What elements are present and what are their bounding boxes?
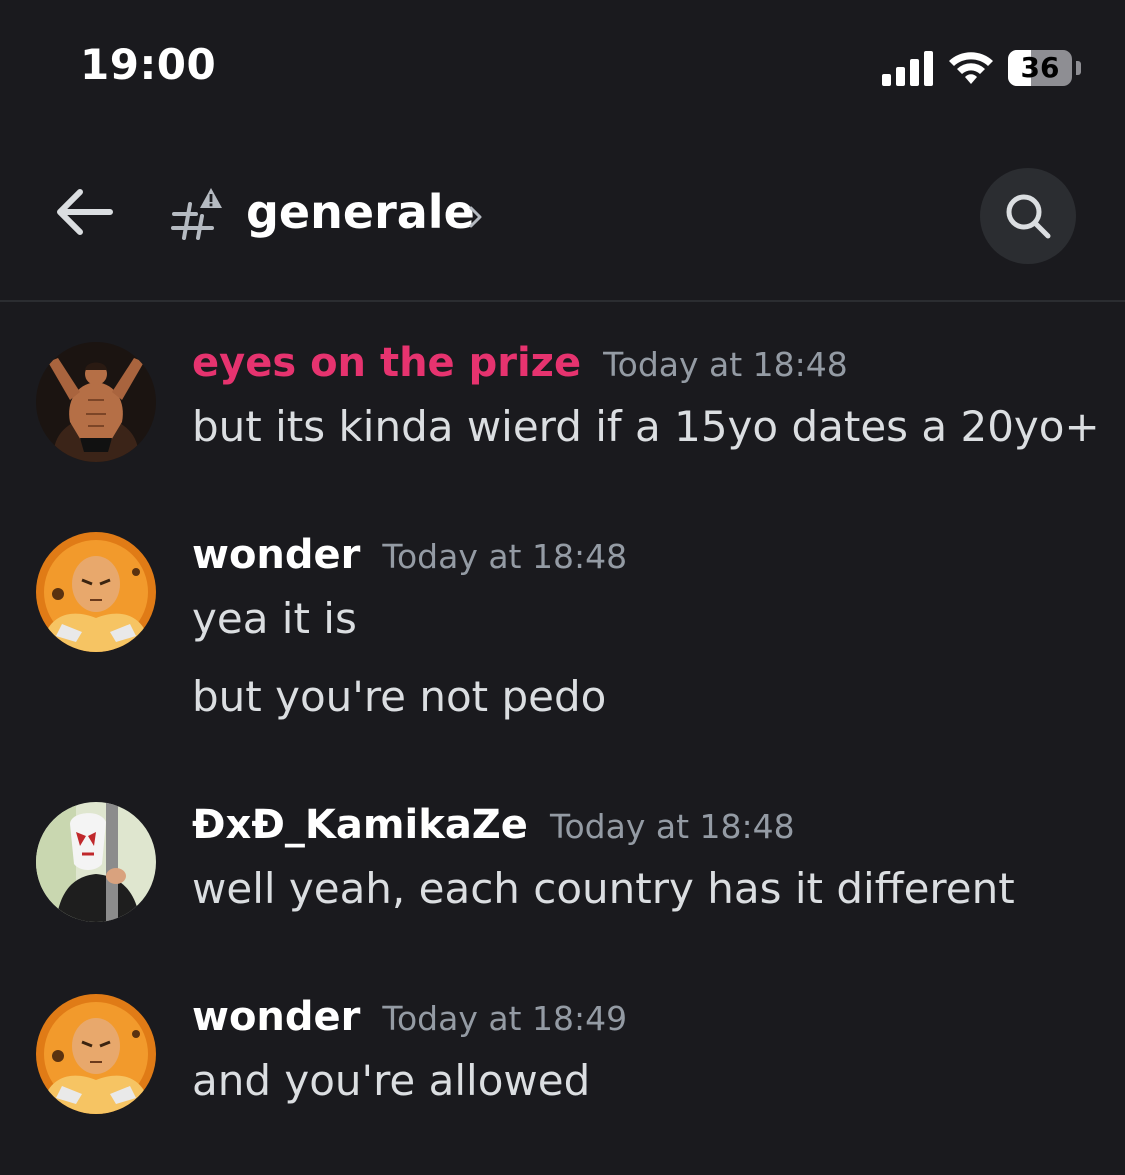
timestamp: Today at 18:48 [603, 345, 848, 384]
status-bar: 19:00 36 [0, 0, 1125, 130]
username[interactable]: wonder [192, 532, 360, 578]
username[interactable]: ÐxÐ_KamikaZe [192, 802, 528, 848]
battery-nub [1076, 61, 1081, 75]
avatar[interactable] [36, 532, 156, 652]
message-header: eyes on the prize Today at 18:48 [192, 340, 848, 386]
message-text[interactable]: but you're not pedo [192, 672, 606, 721]
battery-percent: 36 [1020, 51, 1060, 84]
status-time: 19:00 [80, 40, 217, 89]
username[interactable]: eyes on the prize [192, 340, 581, 386]
message-text[interactable]: but its kinda wierd if a 15yo dates a 20… [192, 402, 1100, 451]
cellular-signal-icon [882, 51, 933, 86]
search-button[interactable] [980, 168, 1076, 264]
message-text[interactable]: yea it is [192, 594, 357, 643]
username[interactable]: wonder [192, 994, 360, 1040]
wifi-icon [949, 52, 993, 84]
channel-name[interactable]: generale [246, 185, 475, 239]
battery-icon: 36 [1008, 50, 1072, 86]
chevron-right-icon[interactable] [466, 202, 486, 232]
avatar[interactable] [36, 342, 156, 462]
message-header: ÐxÐ_KamikaZe Today at 18:48 [192, 802, 795, 848]
search-icon [1006, 194, 1051, 239]
message-text[interactable]: and you're allowed [192, 1056, 590, 1105]
timestamp: Today at 18:49 [382, 999, 628, 1038]
header-divider [0, 300, 1125, 302]
message-header: wonder Today at 18:49 [192, 994, 627, 1040]
message-header: wonder Today at 18:48 [192, 532, 627, 578]
message-text[interactable]: well yeah, each country has it different [192, 864, 1015, 913]
channel-header: generale [0, 130, 1125, 300]
back-arrow-icon[interactable] [52, 180, 116, 244]
avatar[interactable] [36, 802, 156, 922]
timestamp: Today at 18:48 [382, 537, 628, 576]
timestamp: Today at 18:48 [549, 807, 795, 846]
avatar[interactable] [36, 994, 156, 1114]
channel-hash-rules-icon [171, 188, 222, 240]
